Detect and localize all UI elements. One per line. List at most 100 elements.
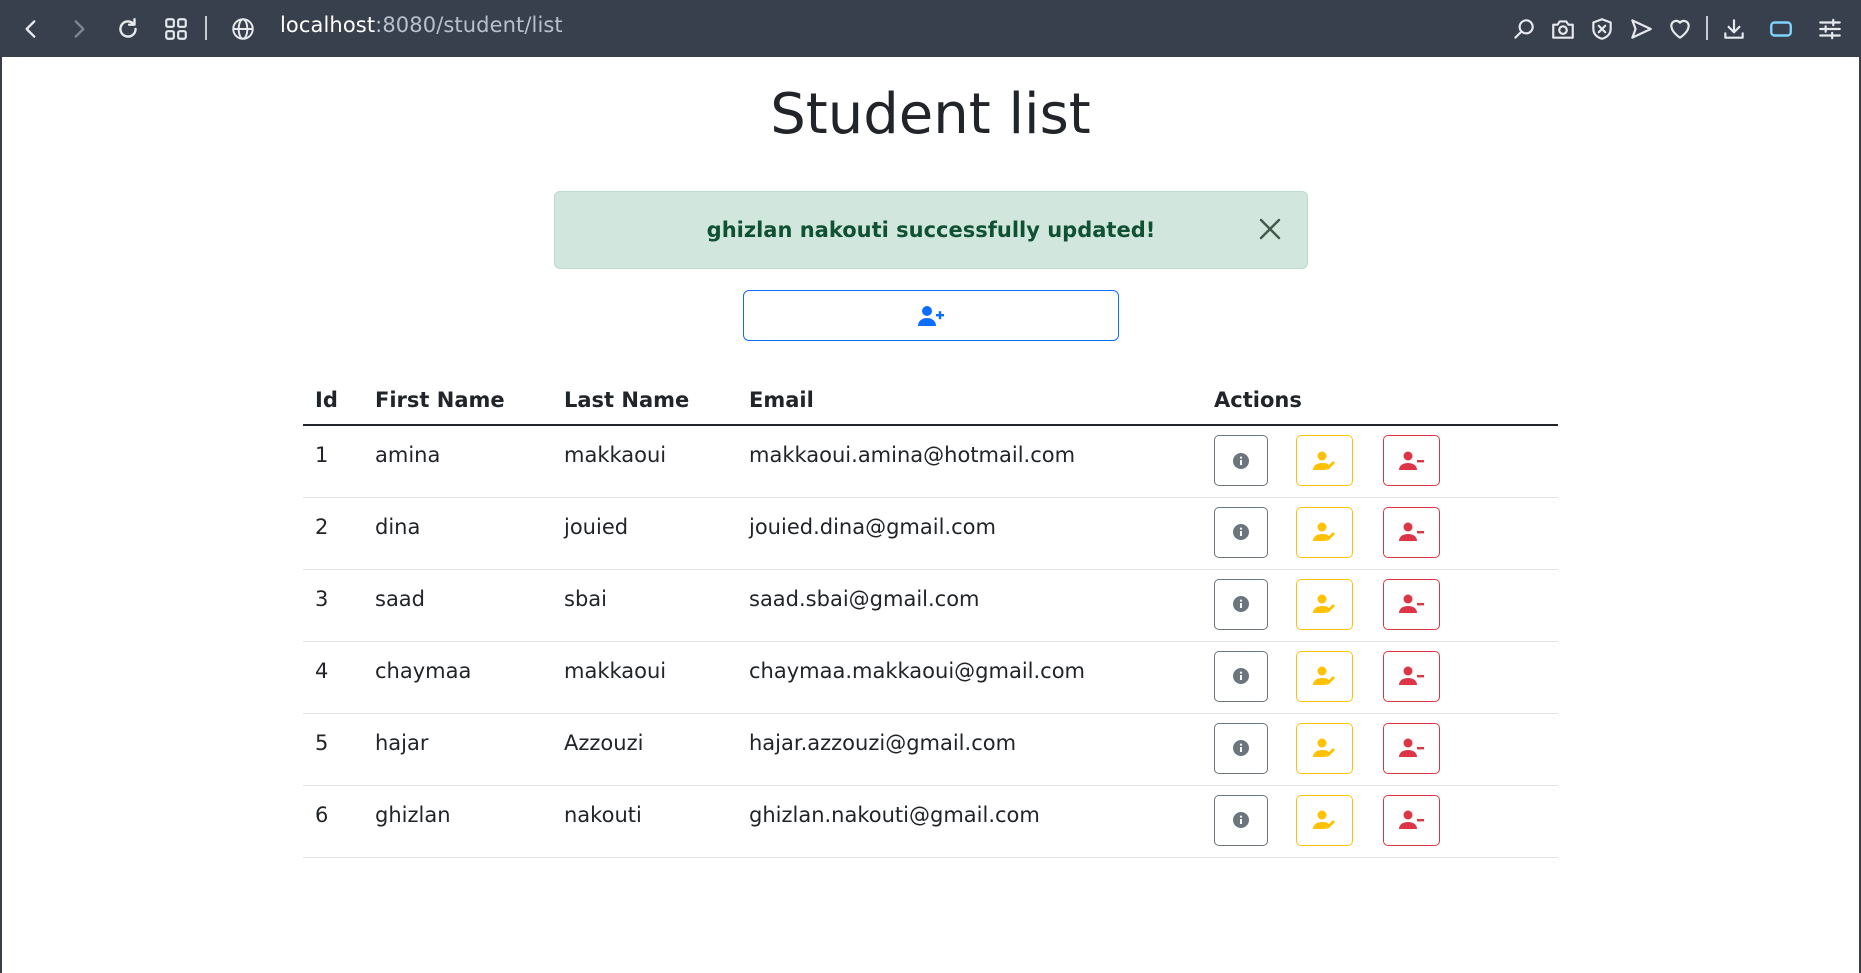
table-row: 5 hajar Azzouzi hajar.azzouzi@gmail.com — [303, 713, 1558, 786]
edit-student-button[interactable] — [1296, 506, 1353, 558]
chevron-left-icon — [25, 20, 36, 38]
user-pen-icon — [1312, 594, 1335, 613]
delete-student-button[interactable] — [1383, 578, 1440, 630]
edit-student-button[interactable] — [1296, 578, 1353, 630]
view-student-button[interactable] — [1214, 794, 1268, 846]
cell-id: 3 — [303, 569, 363, 642]
tabs-grid-button[interactable] — [159, 12, 193, 46]
toolbar-divider — [1706, 16, 1708, 40]
delete-student-button[interactable] — [1383, 650, 1440, 702]
delete-student-button[interactable] — [1383, 435, 1440, 486]
cell-id: 5 — [303, 713, 363, 786]
cell-actions — [1202, 713, 1558, 786]
user-plus-icon — [918, 305, 944, 326]
view-student-button[interactable] — [1214, 578, 1268, 630]
toolbar-divider — [205, 16, 207, 40]
cell-email: chaymaa.makkaoui@gmail.com — [737, 641, 1202, 714]
site-info-button[interactable] — [226, 12, 260, 46]
download-icon — [1724, 19, 1744, 39]
header-email: Email — [737, 376, 1202, 426]
close-icon — [1259, 218, 1281, 240]
shield-icon — [1592, 18, 1612, 40]
send-button[interactable] — [1624, 12, 1658, 46]
cell-last-name: jouied — [552, 497, 737, 570]
url-path: :8080/student/list — [375, 13, 563, 37]
settings-menu-button[interactable] — [1813, 12, 1847, 46]
add-student-button[interactable] — [743, 290, 1119, 341]
alert-close-button[interactable] — [1251, 210, 1289, 248]
sliders-icon — [1819, 18, 1841, 40]
view-student-button[interactable] — [1214, 435, 1268, 486]
view-student-button[interactable] — [1214, 722, 1268, 774]
view-student-button[interactable] — [1214, 650, 1268, 702]
delete-student-button[interactable] — [1383, 722, 1440, 774]
url-host: localhost — [280, 13, 376, 37]
table-row: 3 saad sbai saad.sbai@gmail.com — [303, 569, 1558, 642]
cell-first-name: chaymaa — [363, 641, 552, 714]
cell-id: 2 — [303, 497, 363, 570]
delete-student-button[interactable] — [1383, 794, 1440, 846]
table-row: 2 dina jouied jouied.dina@gmail.com — [303, 497, 1558, 570]
send-icon — [1631, 19, 1652, 39]
cell-id: 4 — [303, 641, 363, 714]
user-minus-icon — [1398, 738, 1424, 757]
edit-student-button[interactable] — [1296, 722, 1353, 774]
cell-first-name: saad — [363, 569, 552, 642]
shield-button[interactable] — [1585, 12, 1619, 46]
cell-actions — [1202, 497, 1558, 570]
cell-email: hajar.azzouzi@gmail.com — [737, 713, 1202, 786]
cell-actions — [1202, 569, 1558, 642]
view-student-button[interactable] — [1214, 506, 1268, 558]
cell-first-name: amina — [363, 425, 552, 498]
cell-email: jouied.dina@gmail.com — [737, 497, 1202, 570]
grid-icon — [165, 18, 187, 40]
table-row: 1 amina makkaoui makkaoui.amina@hotmail.… — [303, 425, 1558, 498]
cell-last-name: makkaoui — [552, 425, 737, 498]
downloads-button[interactable] — [1717, 12, 1751, 46]
search-page-button[interactable] — [1507, 12, 1541, 46]
info-circle-icon — [1233, 740, 1249, 756]
cell-email: saad.sbai@gmail.com — [737, 569, 1202, 642]
user-pen-icon — [1312, 451, 1335, 470]
cell-first-name: dina — [363, 497, 552, 570]
user-pen-icon — [1312, 738, 1335, 757]
edit-student-button[interactable] — [1296, 794, 1353, 846]
info-circle-icon — [1233, 596, 1249, 612]
panel-icon — [1770, 21, 1792, 37]
info-circle-icon — [1233, 668, 1249, 684]
user-pen-icon — [1312, 666, 1335, 685]
header-actions: Actions — [1202, 376, 1558, 426]
table-row: 6 ghizlan nakouti ghizlan.nakouti@gmail.… — [303, 785, 1558, 858]
user-minus-icon — [1398, 666, 1424, 685]
info-circle-icon — [1233, 452, 1249, 469]
favorites-button[interactable] — [1663, 12, 1697, 46]
edit-student-button[interactable] — [1296, 650, 1353, 702]
table-header-row: Id First Name Last Name Email Actions — [303, 376, 1558, 426]
back-button[interactable] — [14, 12, 48, 46]
user-pen-icon — [1312, 522, 1335, 541]
success-alert: ghizlan nakouti successfully updated! — [554, 191, 1308, 269]
address-bar[interactable]: localhost:8080/student/list — [280, 13, 563, 37]
reload-button[interactable] — [111, 12, 145, 46]
cell-last-name: nakouti — [552, 785, 737, 858]
browser-toolbar: localhost:8080/student/list — [0, 0, 1861, 57]
header-id: Id — [303, 376, 363, 426]
header-first-name: First Name — [363, 376, 552, 426]
cell-email: makkaoui.amina@hotmail.com — [737, 425, 1202, 498]
forward-button[interactable] — [62, 12, 96, 46]
cell-id: 6 — [303, 785, 363, 858]
user-minus-icon — [1398, 451, 1424, 470]
heart-icon — [1670, 19, 1690, 39]
sidebar-toggle-button[interactable] — [1764, 12, 1798, 46]
cell-last-name: Azzouzi — [552, 713, 737, 786]
page-title: Student list — [770, 82, 1091, 147]
info-circle-icon — [1233, 812, 1249, 828]
screenshot-button[interactable] — [1546, 12, 1580, 46]
user-minus-icon — [1398, 522, 1424, 541]
cell-actions — [1202, 785, 1558, 858]
table-row: 4 chaymaa makkaoui chaymaa.makkaoui@gmai… — [303, 641, 1558, 714]
cell-email: ghizlan.nakouti@gmail.com — [737, 785, 1202, 858]
edit-student-button[interactable] — [1296, 435, 1353, 486]
cell-actions — [1202, 641, 1558, 714]
delete-student-button[interactable] — [1383, 506, 1440, 558]
